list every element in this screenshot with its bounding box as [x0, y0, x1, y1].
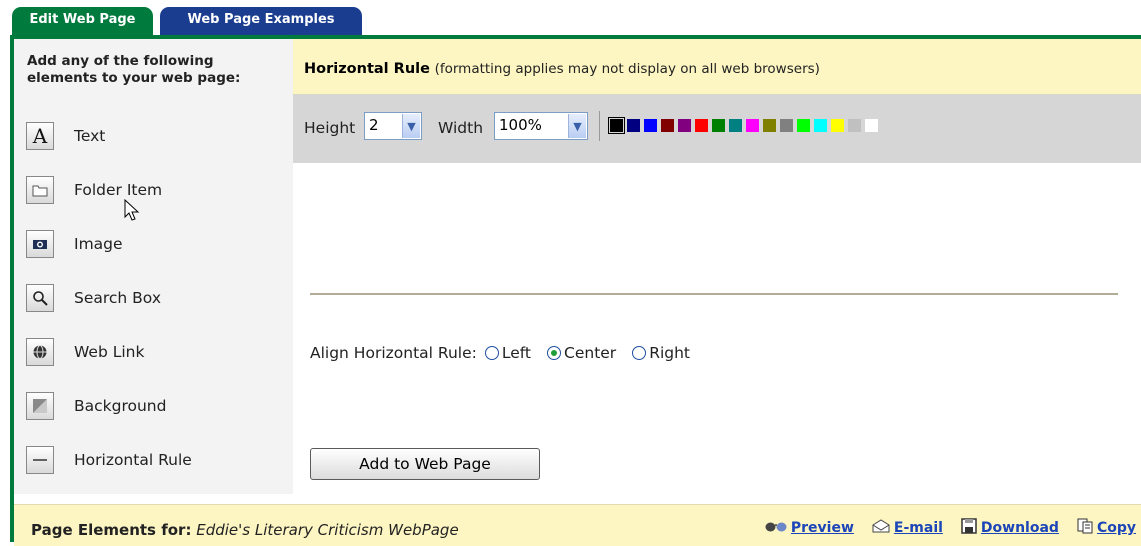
preview-link-label[interactable]: Preview: [791, 520, 854, 536]
color-swatch[interactable]: [644, 119, 657, 132]
align-left-label: Left: [501, 344, 532, 362]
sidebar-title: Add any of the following elements to you…: [27, 53, 241, 86]
color-swatch[interactable]: [865, 119, 878, 132]
element-sidebar: Add any of the following elements to you…: [14, 39, 293, 494]
text-A-icon: A: [26, 122, 54, 150]
sidebar-item-web-link[interactable]: Web Link: [26, 335, 276, 369]
height-label: Height: [304, 119, 356, 137]
align-center-label: Center: [564, 344, 617, 362]
width-label: Width: [438, 119, 484, 137]
align-left-radio[interactable]: [484, 346, 499, 360]
color-swatch[interactable]: [831, 119, 844, 132]
add-to-web-page-button[interactable]: Add to Web Page: [310, 448, 540, 480]
color-swatch[interactable]: [746, 119, 759, 132]
align-right-label: Right: [649, 344, 691, 362]
camera-icon: [26, 230, 54, 258]
color-swatch[interactable]: [729, 119, 742, 132]
sidebar-item-label: Background: [74, 397, 167, 415]
glasses-icon: [765, 519, 787, 537]
color-swatch[interactable]: [661, 119, 674, 132]
color-swatch[interactable]: [695, 119, 708, 132]
tab-web-page-examples[interactable]: Web Page Examples: [160, 7, 362, 36]
sidebar-item-background[interactable]: Background: [26, 389, 276, 423]
color-swatch[interactable]: [780, 119, 793, 132]
width-value: 100%: [499, 116, 542, 134]
page-elements-title: Page Elements for: Eddie's Literary Crit…: [31, 521, 459, 539]
color-swatch[interactable]: [797, 119, 810, 132]
globe-link-icon: [26, 338, 54, 366]
color-swatch[interactable]: [712, 119, 725, 132]
editor-title-row: Horizontal Rule (formatting applies may …: [304, 61, 820, 77]
copy-link-label[interactable]: Copy: [1097, 520, 1136, 536]
align-label: Align Horizontal Rule:: [310, 344, 477, 362]
color-swatch[interactable]: [608, 117, 625, 134]
format-toolbar: Height 2 ▼ Width 100% ▼: [293, 95, 1141, 163]
toolbar-divider: [599, 111, 600, 141]
email-link-label[interactable]: E-mail: [894, 520, 943, 536]
preview-link[interactable]: Preview: [765, 519, 854, 537]
copy-link[interactable]: Copy: [1077, 518, 1136, 538]
download-link-label[interactable]: Download: [981, 520, 1059, 536]
sidebar-item-label: Horizontal Rule: [74, 451, 192, 469]
sidebar-item-label: Text: [74, 127, 106, 145]
sidebar-item-label: Web Link: [74, 343, 145, 361]
floppy-disk-icon: [961, 518, 977, 538]
horizontal-rule-editor: Horizontal Rule (formatting applies may …: [293, 39, 1141, 494]
email-link[interactable]: E-mail: [872, 519, 943, 537]
color-swatch[interactable]: [627, 119, 640, 132]
chevron-down-icon: ▼: [402, 114, 420, 138]
align-center-radio[interactable]: [547, 346, 562, 360]
tab-edit-web-page[interactable]: Edit Web Page: [12, 7, 153, 36]
horizontal-rule-icon: [26, 446, 54, 474]
align-right-option[interactable]: Right: [632, 344, 698, 362]
color-swatch[interactable]: [763, 119, 776, 132]
sidebar-item-search-box[interactable]: Search Box: [26, 281, 276, 315]
envelope-icon: [872, 519, 890, 537]
height-value: 2: [369, 116, 379, 134]
editor-title: Horizontal Rule: [304, 61, 430, 77]
sidebar-item-horizontal-rule[interactable]: Horizontal Rule: [26, 443, 276, 477]
color-palette: [608, 117, 882, 134]
magnifier-icon: [26, 284, 54, 312]
color-swatch[interactable]: [848, 119, 861, 132]
sidebar-item-label: Search Box: [74, 289, 161, 307]
color-swatch[interactable]: [814, 119, 827, 132]
color-swatch[interactable]: [678, 119, 691, 132]
align-right-radio[interactable]: [632, 346, 647, 360]
footer-actions: Preview E-mail Download Copy: [747, 518, 1136, 538]
copy-icon: [1077, 518, 1093, 538]
sidebar-item-text[interactable]: A Text: [26, 119, 276, 153]
page-name: Eddie's Literary Criticism WebPage: [196, 521, 459, 539]
align-center-option[interactable]: Center: [547, 344, 624, 362]
chevron-down-icon: ▼: [568, 114, 586, 138]
horizontal-rule-preview: [310, 293, 1118, 295]
page-elements-label: Page Elements for:: [31, 521, 192, 539]
align-options: Align Horizontal Rule: Left Center Right: [310, 344, 698, 362]
sidebar-item-folder-item[interactable]: Folder Item: [26, 173, 276, 207]
folder-icon: [26, 176, 54, 204]
sidebar-item-label: Folder Item: [74, 181, 163, 199]
width-select[interactable]: 100% ▼: [494, 112, 588, 140]
editor-header: Horizontal Rule (formatting applies may …: [293, 39, 1141, 95]
sidebar-item-image[interactable]: Image: [26, 227, 276, 261]
align-left-option[interactable]: Left: [484, 344, 539, 362]
download-link[interactable]: Download: [961, 518, 1059, 538]
page-elements-bar: Page Elements for: Eddie's Literary Crit…: [14, 504, 1141, 546]
background-icon: [26, 392, 54, 420]
height-select[interactable]: 2 ▼: [364, 112, 422, 140]
editor-frame: Add any of the following elements to you…: [10, 35, 1141, 546]
sidebar-item-label: Image: [74, 235, 123, 253]
mouse-cursor-icon: [124, 198, 140, 227]
editor-title-note: (formatting applies may not display on a…: [434, 61, 820, 77]
